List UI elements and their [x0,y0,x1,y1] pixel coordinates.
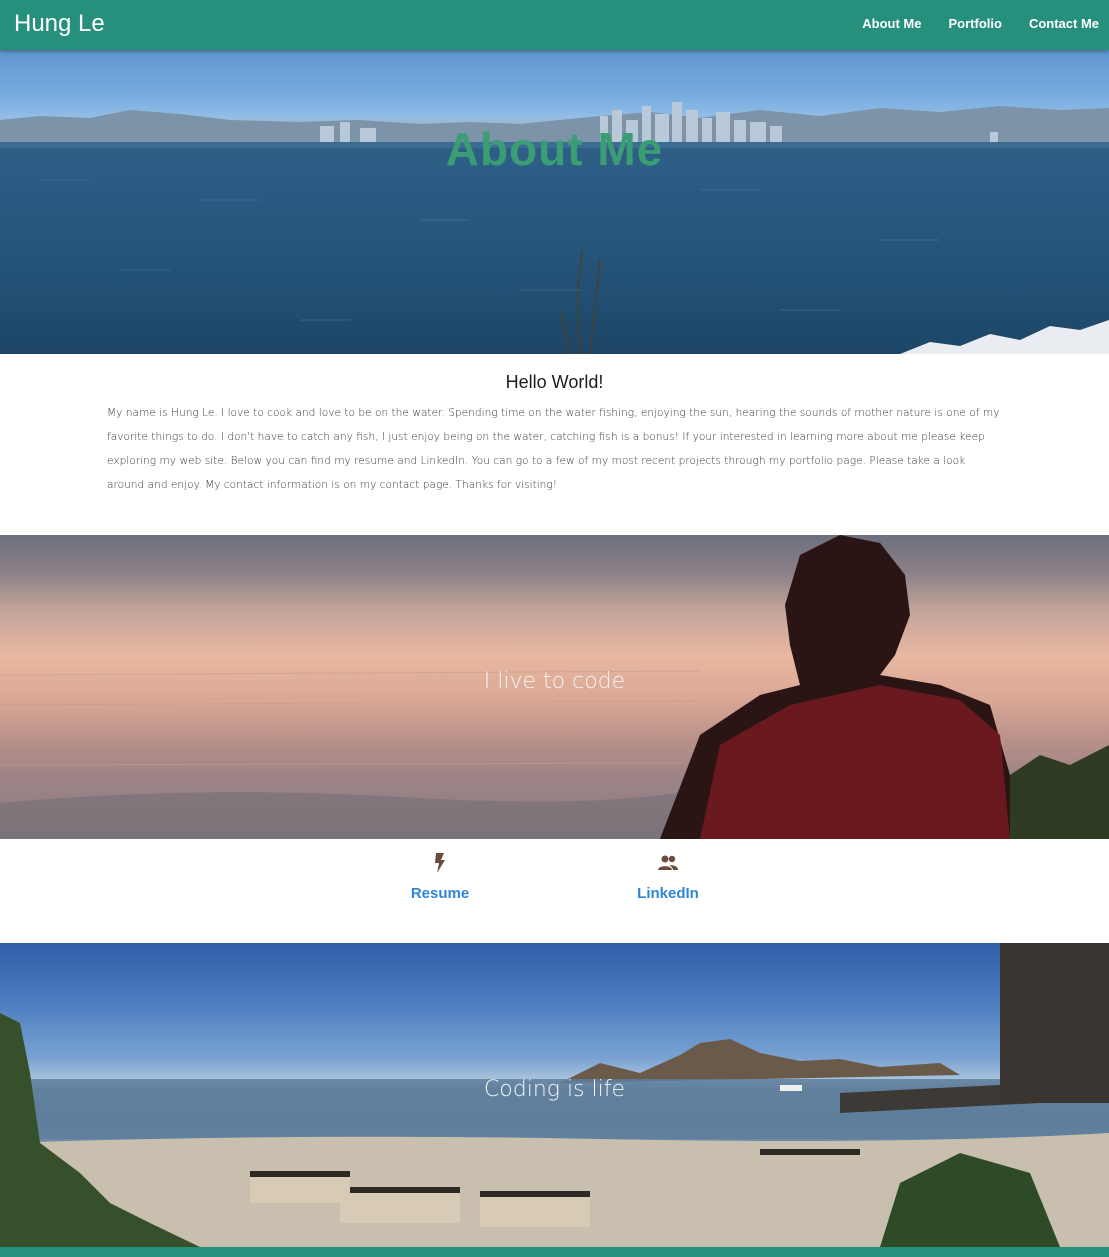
hero-title: About Me [445,123,664,175]
sunset-caption: I live to code [483,669,626,694]
intro-paragraph: My name is Hung Le. I love to cook and l… [107,407,1000,491]
linkedin-link[interactable]: LinkedIn [608,885,728,902]
resume-column: Resume [380,851,500,902]
nav-links: About Me Portfolio Contact Me [862,16,1099,31]
nav-link-portfolio[interactable]: Portfolio [949,16,1002,31]
people-icon [658,855,678,870]
resume-link[interactable]: Resume [380,885,500,902]
links-section: Resume LinkedIn [0,839,1109,943]
nav-link-about-me[interactable]: About Me [862,16,921,31]
nav-link-contact-me[interactable]: Contact Me [1029,16,1099,31]
footer-bar [0,1247,1109,1257]
beach-caption: Coding is life [483,1077,626,1102]
water-texture [40,179,940,321]
hero-sunset-image: I live to code [0,535,1109,839]
intro-heading: Hello World! [505,372,604,392]
hero-bay-image: About Me [0,50,1109,354]
brand-link[interactable]: Hung Le [14,10,105,38]
bolt-icon [435,853,445,873]
hero-beach-image: Coding is life [0,943,1109,1247]
intro-section: Hello World! My name is Hung Le. I love … [0,354,1109,535]
linkedin-column: LinkedIn [608,851,728,902]
navbar: Hung Le About Me Portfolio Contact Me [0,0,1109,50]
